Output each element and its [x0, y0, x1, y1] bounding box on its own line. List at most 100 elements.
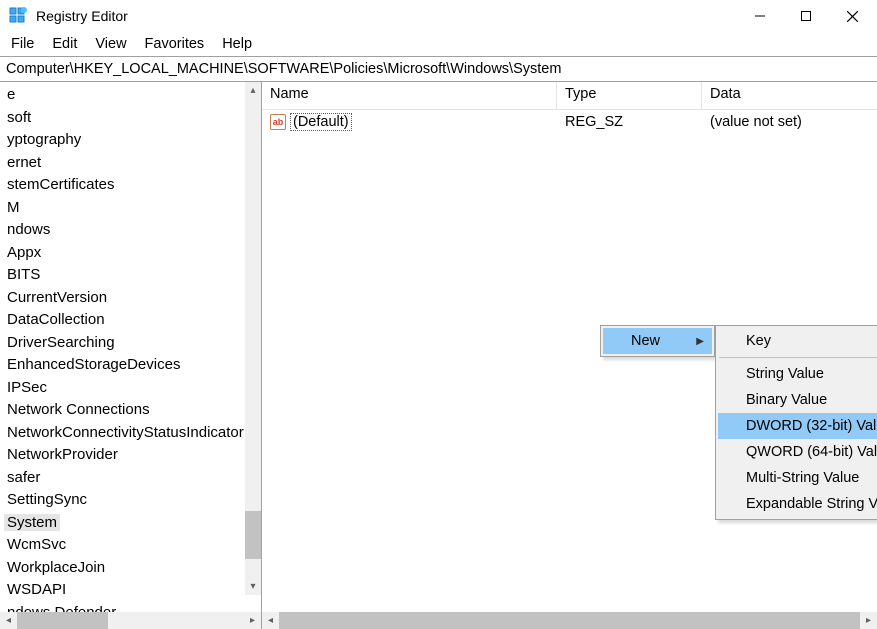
- menu-view[interactable]: View: [86, 34, 135, 54]
- menu-file[interactable]: File: [2, 34, 43, 54]
- scroll-left-icon[interactable]: ◂: [262, 612, 279, 629]
- tree-item[interactable]: ernet: [2, 152, 261, 175]
- value-type: REG_SZ: [557, 114, 702, 130]
- tree-item-label: Appx: [4, 244, 44, 261]
- tree-item-label: BITS: [4, 266, 43, 283]
- tree-item[interactable]: stemCertificates: [2, 174, 261, 197]
- menu-edit[interactable]: Edit: [43, 34, 86, 54]
- column-data[interactable]: Data: [702, 82, 877, 109]
- submenu-dword-value[interactable]: DWORD (32-bit) Value: [718, 413, 877, 439]
- value-data: (value not set): [702, 114, 877, 130]
- submenu-expandstring-value[interactable]: Expandable String Value: [718, 491, 877, 517]
- list-horizontal-scrollbar[interactable]: ◂ ▸: [262, 612, 877, 629]
- tree-item-label: safer: [4, 469, 43, 486]
- tree-item-label: soft: [4, 109, 34, 126]
- tree-item[interactable]: yptography: [2, 129, 261, 152]
- address-path: Computer\HKEY_LOCAL_MACHINE\SOFTWARE\Pol…: [6, 61, 561, 77]
- tree-item[interactable]: BITS: [2, 264, 261, 287]
- tree-item[interactable]: ndows Defender: [2, 602, 261, 613]
- tree-item-label: M: [4, 199, 23, 216]
- string-value-icon: ab: [270, 114, 286, 130]
- scroll-right-icon[interactable]: ▸: [244, 612, 261, 629]
- menu-help[interactable]: Help: [213, 34, 261, 54]
- column-type[interactable]: Type: [557, 82, 702, 109]
- value-list[interactable]: ab (Default) REG_SZ (value not set) New …: [262, 110, 877, 612]
- scroll-left-icon[interactable]: ◂: [0, 612, 17, 629]
- tree-item[interactable]: e: [2, 84, 261, 107]
- context-menu-new-label: New: [631, 333, 660, 349]
- client-area: e soft yptography ernet stemCertificates Mndo…: [0, 82, 877, 629]
- tree-pane: e soft yptography ernet stemCertificates Mndo…: [0, 82, 262, 629]
- window-title: Registry Editor: [36, 8, 128, 24]
- close-button[interactable]: [829, 1, 875, 31]
- tree-item[interactable]: WorkplaceJoin: [2, 557, 261, 580]
- scroll-up-icon[interactable]: ▴: [245, 82, 261, 99]
- tree-item[interactable]: M: [2, 197, 261, 220]
- scrollbar-thumb[interactable]: [279, 612, 860, 629]
- tree-vertical-scrollbar[interactable]: ▴ ▾: [244, 82, 261, 595]
- submenu-key[interactable]: Key: [718, 328, 877, 354]
- tree-item-label: ernet: [4, 154, 44, 171]
- tree-item-label: DriverSearching: [4, 334, 118, 351]
- tree-item-label: ndows: [4, 221, 53, 238]
- scroll-right-icon[interactable]: ▸: [860, 612, 877, 629]
- tree-item[interactable]: NetworkProvider: [2, 444, 261, 467]
- list-pane: Name Type Data ab (Default) REG_SZ (valu…: [262, 82, 877, 629]
- tree-item[interactable]: System: [2, 512, 261, 535]
- tree-item-label: DataCollection: [4, 311, 108, 328]
- regedit-icon: [8, 6, 28, 26]
- context-menu-new[interactable]: New ▶: [603, 328, 712, 354]
- tree-item[interactable]: NetworkConnectivityStatusIndicator: [2, 422, 261, 445]
- tree-item[interactable]: safer: [2, 467, 261, 490]
- scrollbar-thumb[interactable]: [245, 511, 261, 559]
- tree-item[interactable]: Network Connections: [2, 399, 261, 422]
- tree-item[interactable]: DriverSearching: [2, 332, 261, 355]
- menu-favorites[interactable]: Favorites: [136, 34, 214, 54]
- tree-item-label: NetworkConnectivityStatusIndicator: [4, 424, 247, 441]
- scrollbar-thumb[interactable]: [17, 612, 108, 629]
- list-row[interactable]: ab (Default) REG_SZ (value not set): [262, 110, 877, 134]
- tree-item-label: Network Connections: [4, 401, 153, 418]
- tree-item-label: WSDAPI: [4, 581, 69, 598]
- context-submenu-new: Key String Value Binary Value DWORD (32-…: [715, 325, 877, 520]
- tree-item[interactable]: WcmSvc: [2, 534, 261, 557]
- title-bar: Registry Editor: [0, 0, 877, 32]
- submenu-string-value[interactable]: String Value: [718, 361, 877, 387]
- tree-item-label: stemCertificates: [4, 176, 118, 193]
- tree-item-label: ndows Defender: [4, 604, 119, 613]
- submenu-arrow-icon: ▶: [696, 336, 704, 347]
- tree-item-label: WcmSvc: [4, 536, 69, 553]
- value-name: (Default): [290, 113, 352, 131]
- tree-item-label: SettingSync: [4, 491, 90, 508]
- tree-view[interactable]: e soft yptography ernet stemCertificates Mndo…: [0, 82, 261, 612]
- tree-item[interactable]: DataCollection: [2, 309, 261, 332]
- tree-item-label: WorkplaceJoin: [4, 559, 108, 576]
- tree-item[interactable]: soft: [2, 107, 261, 130]
- maximize-button[interactable]: [783, 1, 829, 31]
- tree-item[interactable]: Appx: [2, 242, 261, 265]
- submenu-binary-value[interactable]: Binary Value: [718, 387, 877, 413]
- tree-item-label: CurrentVersion: [4, 289, 110, 306]
- tree-item-label: e: [4, 86, 18, 103]
- column-name[interactable]: Name: [262, 82, 557, 109]
- tree-item[interactable]: WSDAPI: [2, 579, 261, 602]
- scroll-down-icon[interactable]: ▾: [245, 578, 261, 595]
- tree-horizontal-scrollbar[interactable]: ◂ ▸: [0, 612, 261, 629]
- tree-item-label: EnhancedStorageDevices: [4, 356, 183, 373]
- submenu-qword-value[interactable]: QWORD (64-bit) Value: [718, 439, 877, 465]
- context-menu: New ▶: [600, 325, 715, 357]
- column-headers: Name Type Data: [262, 82, 877, 110]
- tree-item[interactable]: IPSec: [2, 377, 261, 400]
- tree-item-label: NetworkProvider: [4, 446, 121, 463]
- minimize-button[interactable]: [737, 1, 783, 31]
- tree-item[interactable]: SettingSync: [2, 489, 261, 512]
- tree-item[interactable]: EnhancedStorageDevices: [2, 354, 261, 377]
- address-bar[interactable]: Computer\HKEY_LOCAL_MACHINE\SOFTWARE\Pol…: [0, 56, 877, 82]
- submenu-multistring-value[interactable]: Multi-String Value: [718, 465, 877, 491]
- tree-item-label: System: [4, 514, 60, 531]
- tree-item-label: yptography: [4, 131, 84, 148]
- tree-item[interactable]: CurrentVersion: [2, 287, 261, 310]
- tree-item-label: IPSec: [4, 379, 50, 396]
- menu-bar: File Edit View Favorites Help: [0, 32, 877, 56]
- tree-item[interactable]: ndows: [2, 219, 261, 242]
